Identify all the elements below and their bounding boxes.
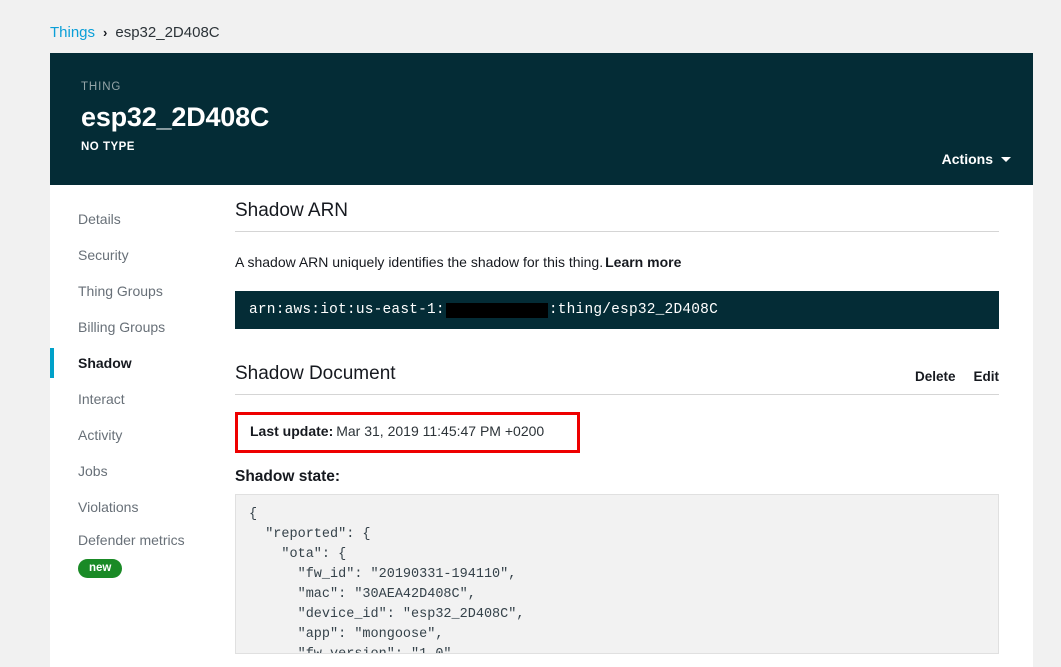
shadow-state-json: { "reported": { "ota": { "fw_id": "20190…	[235, 494, 999, 654]
breadcrumb-separator-icon: ›	[103, 25, 107, 40]
sidebar-item-label: Interact	[78, 391, 125, 407]
sidebar-item-billing-groups[interactable]: Billing Groups	[50, 309, 235, 345]
sidebar-item-jobs[interactable]: Jobs	[50, 453, 235, 489]
thing-kicker-label: THING	[81, 81, 1003, 93]
panel-body: Details Security Thing Groups Billing Gr…	[50, 185, 1033, 667]
breadcrumb-link-things[interactable]: Things	[50, 24, 95, 41]
delete-button[interactable]: Delete	[915, 369, 956, 384]
main-panel: THING esp32_2D408C NO TYPE Actions Detai…	[50, 53, 1033, 667]
breadcrumb: Things › esp32_2D408C	[50, 20, 220, 44]
sidebar-item-label: Jobs	[78, 463, 108, 479]
last-update-label: Last update:	[250, 423, 333, 439]
arn-suffix-text: :thing/esp32_2D408C	[549, 302, 718, 318]
sidebar-item-label: Thing Groups	[78, 283, 163, 299]
sidebar-item-label: Security	[78, 247, 129, 263]
sidebar-item-label: Shadow	[78, 355, 132, 371]
chevron-down-icon	[1001, 157, 1011, 162]
shadow-document-header: Shadow Document Delete Edit	[235, 363, 999, 395]
sidebar-item-label: Details	[78, 211, 121, 227]
sidebar-item-shadow[interactable]: Shadow	[50, 345, 235, 381]
sidebar-item-security[interactable]: Security	[50, 237, 235, 273]
edit-button[interactable]: Edit	[974, 369, 1000, 384]
shadow-arn-description-text: A shadow ARN uniquely identifies the sha…	[235, 254, 603, 270]
learn-more-link[interactable]: Learn more	[605, 254, 681, 270]
sidebar-item-label: Violations	[78, 499, 138, 515]
sidebar-item-label: Activity	[78, 427, 122, 443]
shadow-document-section: Shadow Document Delete Edit Last update:…	[235, 363, 999, 654]
sidebar-item-violations[interactable]: Violations	[50, 489, 235, 525]
sidebar-item-label: Defender metrics	[78, 532, 185, 548]
status-badge: new	[78, 559, 122, 578]
shadow-arn-description: A shadow ARN uniquely identifies the sha…	[235, 254, 999, 270]
sidebar-item-label: Billing Groups	[78, 319, 165, 335]
sidebar-item-defender-metrics[interactable]: Defender metrics	[50, 525, 235, 555]
shadow-arn-title: Shadow ARN	[235, 200, 348, 222]
arn-prefix-text: arn:aws:iot:us-east-1:	[249, 302, 445, 318]
sidebar-item-thing-groups[interactable]: Thing Groups	[50, 273, 235, 309]
sidebar-badge-row: new	[50, 558, 235, 578]
last-update-highlight: Last update:Mar 31, 2019 11:45:47 PM +02…	[235, 412, 580, 453]
last-update-value: Mar 31, 2019 11:45:47 PM +0200	[336, 423, 544, 439]
page-title: esp32_2D408C	[81, 102, 1003, 133]
content-column: Shadow ARN A shadow ARN uniquely identif…	[235, 185, 1033, 667]
sidebar-nav: Details Security Thing Groups Billing Gr…	[50, 185, 235, 667]
sidebar-item-details[interactable]: Details	[50, 201, 235, 237]
arn-account-id-redaction	[446, 303, 548, 318]
sidebar-item-interact[interactable]: Interact	[50, 381, 235, 417]
thing-header: THING esp32_2D408C NO TYPE Actions	[50, 53, 1033, 185]
breadcrumb-current-thing: esp32_2D408C	[115, 24, 219, 41]
shadow-arn-value-box: arn:aws:iot:us-east-1: :thing/esp32_2D408…	[235, 291, 999, 329]
actions-button-label: Actions	[942, 151, 993, 167]
sidebar-item-activity[interactable]: Activity	[50, 417, 235, 453]
shadow-document-actions: Delete Edit	[915, 369, 999, 385]
actions-button[interactable]: Actions	[942, 151, 1011, 167]
shadow-state-label: Shadow state:	[235, 468, 999, 486]
thing-type-label: NO TYPE	[81, 141, 1003, 153]
shadow-document-title: Shadow Document	[235, 363, 396, 385]
shadow-arn-header: Shadow ARN	[235, 200, 999, 232]
